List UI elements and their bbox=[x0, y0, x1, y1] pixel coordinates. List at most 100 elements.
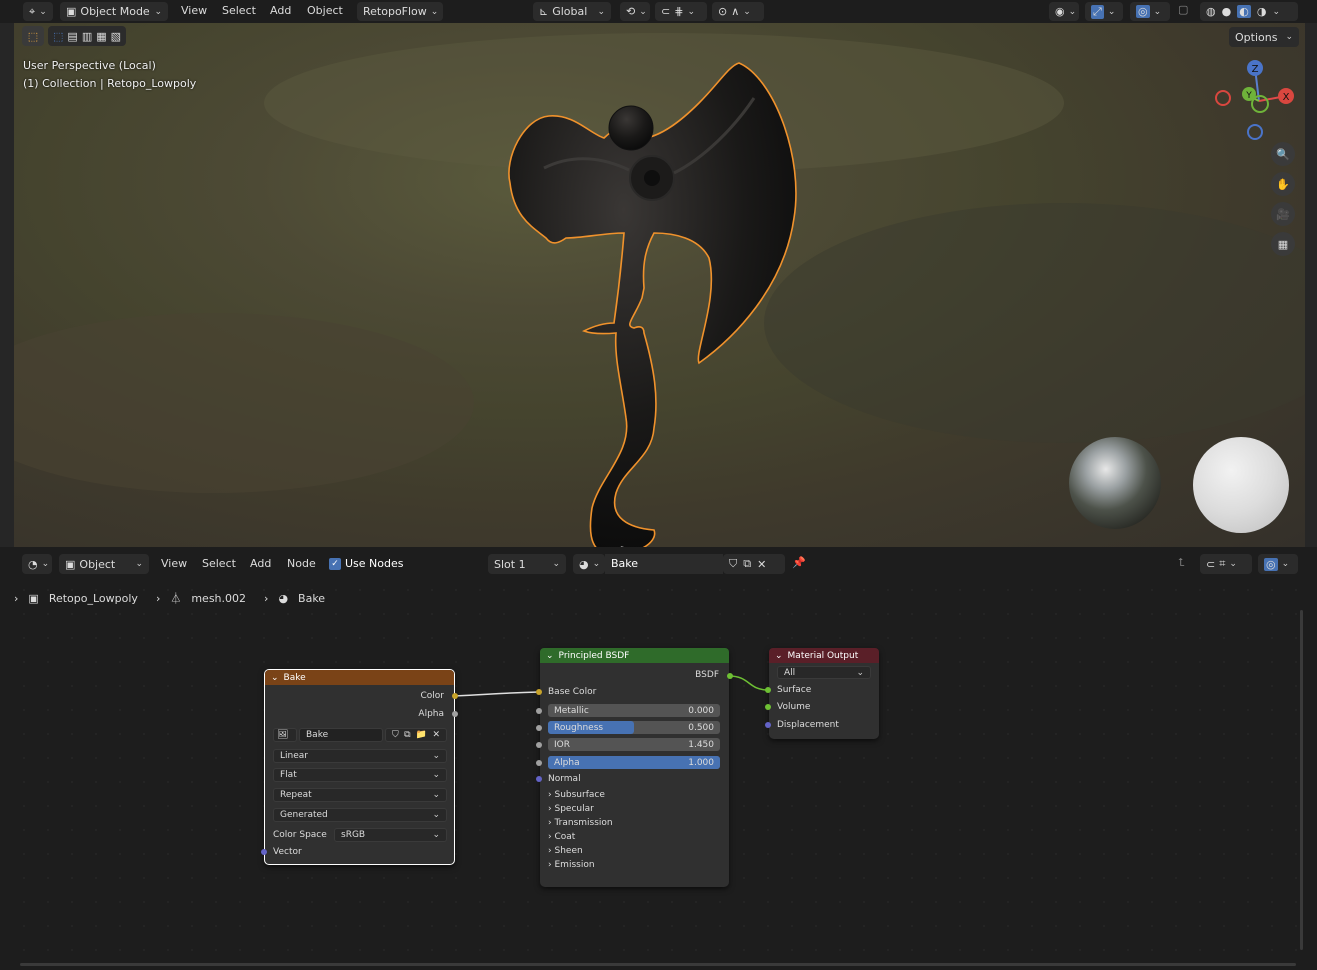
node-editor-type-button[interactable]: ◔ ⌄ bbox=[22, 554, 52, 574]
shading-mode-group[interactable]: ◍ ● ◐ ◑ ⌄ bbox=[1200, 2, 1298, 21]
fake-user-shield-icon[interactable]: ⛉ bbox=[392, 730, 399, 740]
unlink-image-icon[interactable]: ✕ bbox=[432, 730, 440, 740]
snap-group[interactable]: ⊂ ⋕ ⌄ bbox=[655, 2, 707, 21]
rendered-shading-icon[interactable]: ◑ bbox=[1257, 5, 1267, 18]
projection-select[interactable]: Flat ⌄ bbox=[273, 768, 447, 782]
breadcrumb-object[interactable]: Retopo_Lowpoly bbox=[49, 592, 138, 605]
material-preview-shading-icon[interactable]: ◐ bbox=[1237, 5, 1251, 18]
socket-color-out[interactable] bbox=[452, 693, 458, 699]
principled-bsdf-node[interactable]: ⌄ Principled BSDF BSDF Base Color Metall… bbox=[536, 648, 733, 887]
camera-icon[interactable]: 🎥 bbox=[1271, 202, 1295, 226]
collapse-chevron-icon[interactable]: ⌄ bbox=[775, 651, 783, 661]
invert-selection-icon[interactable]: ▦ bbox=[96, 30, 106, 43]
collapse-chevron-icon[interactable]: ⌄ bbox=[271, 673, 279, 683]
socket-ior-in[interactable] bbox=[536, 742, 542, 748]
material-browse-button[interactable]: ◕ ⌄ bbox=[573, 554, 605, 574]
socket-surface-in[interactable] bbox=[765, 687, 771, 693]
fake-user-shield-icon[interactable]: ⛉ bbox=[729, 557, 737, 571]
editor-type-button[interactable]: ⌖ ⌄ bbox=[23, 2, 53, 21]
output-target-select[interactable]: All ⌄ bbox=[777, 666, 871, 679]
socket-roughness-in[interactable] bbox=[536, 725, 542, 731]
axe-model[interactable] bbox=[504, 58, 804, 547]
panel-specular[interactable]: › Specular bbox=[548, 804, 613, 814]
overlays-toggle[interactable]: ◎ ⌄ bbox=[1130, 2, 1170, 21]
set-selection-icon[interactable]: ⬚ bbox=[53, 30, 63, 43]
node-menu-view[interactable]: View bbox=[161, 557, 187, 570]
navigation-gizmo[interactable]: Z X Y bbox=[1209, 56, 1299, 146]
image-texture-node[interactable]: ⌄ Bake Color Alpha 🖼 Bake ⛉ ⧉ 📁 ✕ Linear… bbox=[261, 669, 458, 865]
extend-selection-icon[interactable]: ▤ bbox=[67, 30, 77, 43]
socket-bsdf-out[interactable] bbox=[727, 673, 733, 679]
node-menu-select[interactable]: Select bbox=[202, 557, 236, 570]
gizmo-toggle[interactable]: ⤢ ⌄ bbox=[1085, 2, 1123, 21]
open-folder-icon[interactable]: 📁 bbox=[416, 730, 427, 740]
panel-emission[interactable]: › Emission bbox=[548, 860, 613, 870]
wireframe-shading-icon[interactable]: ◍ bbox=[1206, 5, 1216, 18]
collapse-chevron-icon[interactable]: ⌄ bbox=[546, 651, 554, 661]
extension-select[interactable]: Repeat ⌄ bbox=[273, 788, 447, 802]
socket-metallic-in[interactable] bbox=[536, 708, 542, 714]
panel-sheen[interactable]: › Sheen bbox=[548, 846, 613, 856]
zoom-icon[interactable]: 🔍 bbox=[1271, 142, 1295, 166]
snap-node-group[interactable]: ⊂ ⌗ ⌄ bbox=[1200, 554, 1252, 574]
material-name-field[interactable]: Bake bbox=[605, 554, 723, 574]
retopoflow-menu[interactable]: RetopoFlow ⌄ bbox=[357, 2, 443, 21]
grid-view-icon[interactable]: ▦ bbox=[1271, 232, 1295, 256]
image-browse-button[interactable]: 🖼 bbox=[273, 728, 297, 742]
interpolation-select[interactable]: Linear ⌄ bbox=[273, 749, 447, 763]
use-nodes-checkbox[interactable]: ✓ Use Nodes bbox=[329, 557, 404, 570]
panel-coat[interactable]: › Coat bbox=[548, 832, 613, 842]
pan-hand-icon[interactable]: ✋ bbox=[1271, 172, 1295, 196]
solid-shading-icon[interactable]: ● bbox=[1222, 5, 1232, 18]
roughness-slider[interactable]: Roughness 0.500 bbox=[548, 721, 720, 734]
breadcrumb-material[interactable]: Bake bbox=[298, 592, 325, 605]
pin-icon[interactable]: 📌 bbox=[792, 556, 806, 569]
subtract-selection-icon[interactable]: ▥ bbox=[82, 30, 92, 43]
select-box-tool-icon[interactable]: ⬚ bbox=[22, 26, 44, 46]
socket-displacement-in[interactable] bbox=[765, 722, 771, 728]
socket-vector-in[interactable] bbox=[261, 849, 267, 855]
bsdf-node-header[interactable]: ⌄ Principled BSDF bbox=[540, 648, 729, 663]
mode-select[interactable]: ▣ Object Mode ⌄ bbox=[60, 2, 168, 21]
socket-base-color-in[interactable] bbox=[536, 689, 542, 695]
color-space-select[interactable]: sRGB ⌄ bbox=[334, 828, 447, 842]
node-menu-node[interactable]: Node bbox=[287, 557, 316, 570]
options-button[interactable]: Options ⌄ bbox=[1229, 27, 1299, 47]
transform-orientation-select[interactable]: ⊾ Global ⌄ bbox=[533, 2, 611, 21]
material-output-node[interactable]: ⌄ Material Output All ⌄ Surface Volume Di… bbox=[765, 648, 879, 739]
unlink-material-icon[interactable]: ✕ bbox=[757, 558, 766, 571]
breadcrumb-mesh[interactable]: mesh.002 bbox=[191, 592, 246, 605]
socket-normal-in[interactable] bbox=[536, 776, 542, 782]
menu-add[interactable]: Add bbox=[270, 4, 291, 17]
3d-viewport[interactable]: ⬚ ⬚ ▤ ▥ ▦ ▧ User Perspective (Local) (1)… bbox=[14, 23, 1305, 547]
parent-node-tree-icon[interactable]: ⮤ bbox=[1178, 556, 1185, 570]
selection-mode-group[interactable]: ⬚ ▤ ▥ ▦ ▧ bbox=[48, 26, 127, 46]
socket-volume-in[interactable] bbox=[765, 704, 771, 710]
material-slot-select[interactable]: Slot 1 ⌄ bbox=[488, 554, 566, 574]
metallic-slider[interactable]: Metallic 0.000 bbox=[548, 704, 720, 717]
ior-slider[interactable]: IOR 1.450 bbox=[548, 738, 720, 751]
menu-select[interactable]: Select bbox=[222, 4, 256, 17]
socket-alpha-out[interactable] bbox=[452, 711, 458, 717]
xray-toggle-icon[interactable]: ▢ bbox=[1178, 3, 1188, 16]
duplicate-material-icon[interactable]: ⧉ bbox=[743, 557, 751, 571]
socket-alpha-in[interactable] bbox=[536, 760, 542, 766]
node-overlays-toggle[interactable]: ◎ ⌄ bbox=[1258, 554, 1298, 574]
node-menu-add[interactable]: Add bbox=[250, 557, 271, 570]
visibility-select[interactable]: ◉ ⌄ bbox=[1049, 2, 1079, 21]
menu-object[interactable]: Object bbox=[307, 4, 343, 17]
image-node-header[interactable]: ⌄ Bake bbox=[265, 670, 454, 685]
image-name-field[interactable]: Bake bbox=[299, 728, 383, 742]
vertical-scrollbar[interactable] bbox=[1300, 610, 1303, 950]
proportional-edit-group[interactable]: ⊙ ∧ ⌄ bbox=[712, 2, 764, 21]
output-node-header[interactable]: ⌄ Material Output bbox=[769, 648, 879, 663]
intersect-selection-icon[interactable]: ▧ bbox=[111, 30, 121, 43]
shader-type-select[interactable]: ▣ Object ⌄ bbox=[59, 554, 149, 574]
source-select[interactable]: Generated ⌄ bbox=[273, 808, 447, 822]
duplicate-image-icon[interactable]: ⧉ bbox=[404, 730, 410, 740]
horizontal-scrollbar[interactable] bbox=[20, 963, 1296, 966]
panel-transmission[interactable]: › Transmission bbox=[548, 818, 613, 828]
panel-subsurface[interactable]: › Subsurface bbox=[548, 790, 613, 800]
menu-view[interactable]: View bbox=[181, 4, 207, 17]
pivot-point-select[interactable]: ⟲ ⌄ bbox=[620, 2, 650, 21]
